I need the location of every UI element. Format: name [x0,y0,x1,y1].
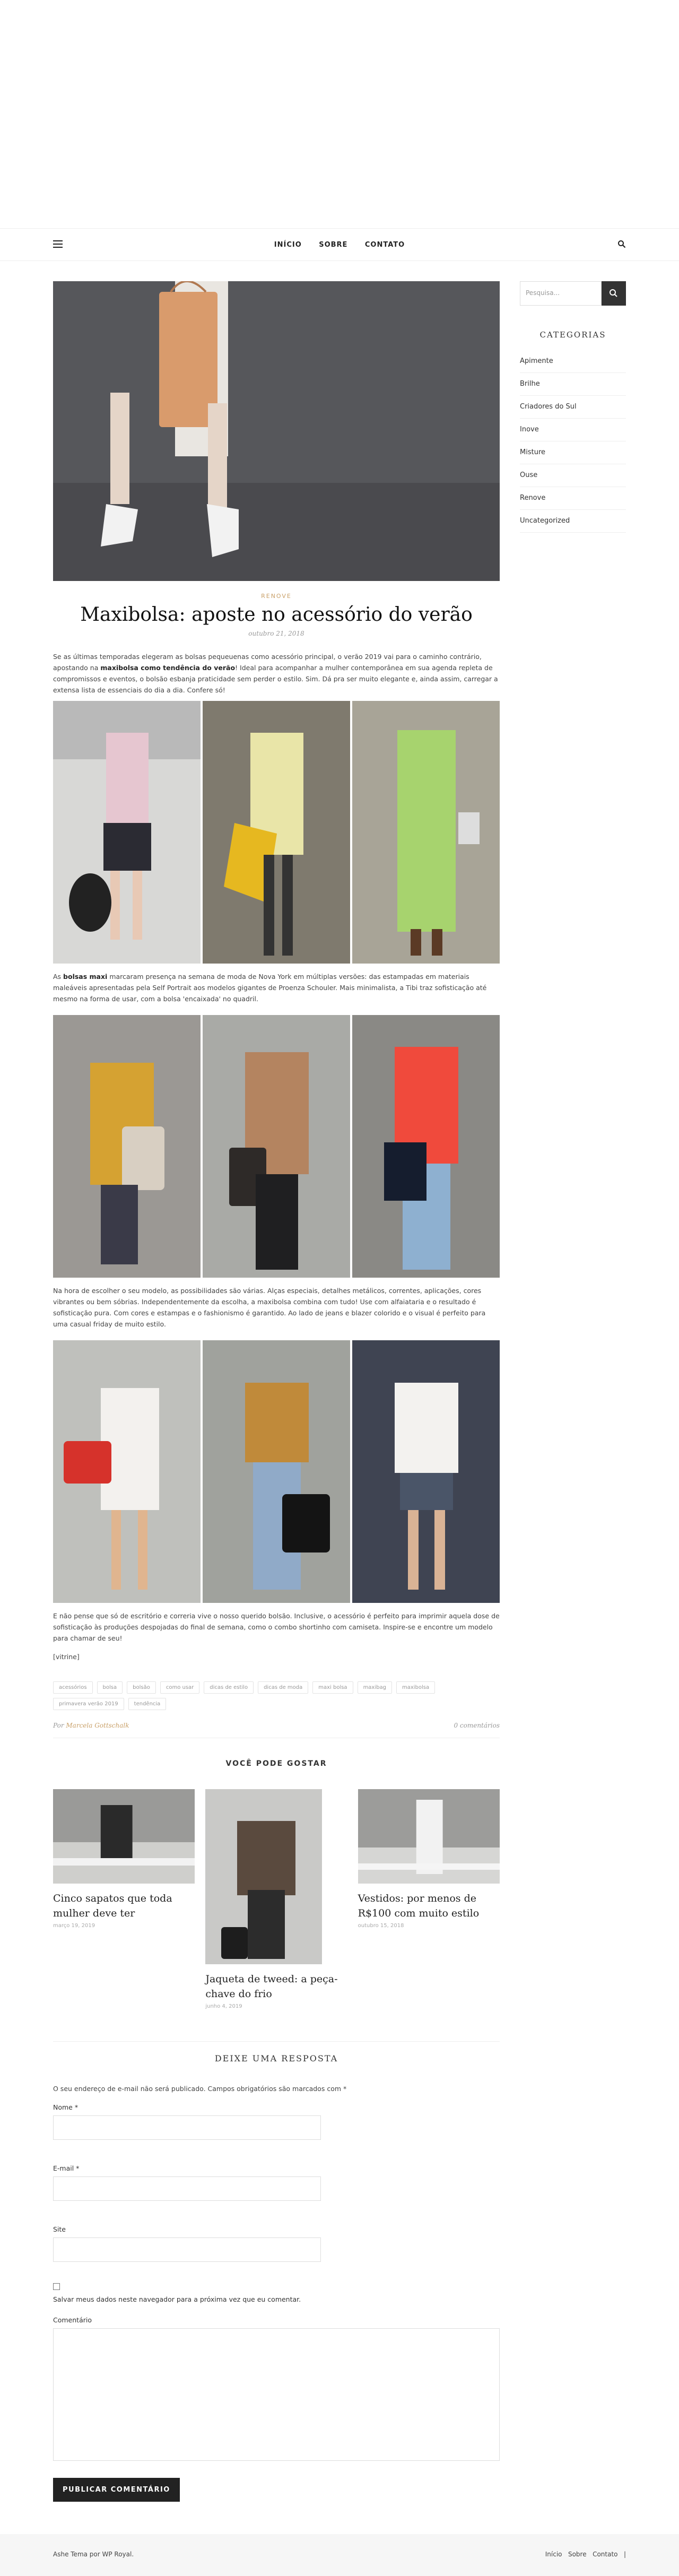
related-post: Vestidos: por menos de R$100 com muito e… [358,1789,500,1929]
search-icon[interactable] [617,240,626,248]
tag-link[interactable]: primavera verão 2019 [53,1698,124,1710]
nav-item-contato[interactable]: CONTATO [365,241,405,249]
paragraph-runway: As bolsas maxi marcaram presença na sema… [53,973,487,1003]
tag-link[interactable]: dicas de estilo [204,1681,254,1694]
author-prefix: Por [53,1722,64,1729]
category-link[interactable]: Renove [520,487,626,510]
related-title[interactable]: Vestidos: por menos de R$100 com muito e… [358,1891,500,1921]
photo-runway-3[interactable] [352,701,500,964]
featured-image[interactable] [53,281,500,581]
reply-heading: DEIXE UMA RESPOSTA [53,2041,500,2063]
comments-link[interactable]: 0 comentários [454,1722,500,1729]
footer-link-contato[interactable]: Contato [593,2551,617,2558]
site-field[interactable] [53,2237,321,2262]
photo-runway-1[interactable] [53,701,201,964]
photo-weekend-2[interactable] [203,1340,350,1603]
related-date: outubro 15, 2018 [358,1923,404,1929]
related-title[interactable]: Jaqueta de tweed: a peça-chave do frio [205,1972,347,2001]
post-title: Maxibolsa: aposte no acessório do verão [80,604,473,626]
email-field[interactable] [53,2176,321,2201]
related-image[interactable] [205,1789,323,1964]
comment-label: Comentário [53,2316,92,2324]
image-row-runway [53,701,500,964]
tag-link[interactable]: maxi bolsa [312,1681,353,1694]
post-tags: acessórios bolsa bolsão como usar dicas … [53,1681,500,1710]
email-label: E-mail * [53,2164,80,2172]
tag-link[interactable]: tendência [128,1698,167,1710]
related-date: março 19, 2019 [53,1923,95,1929]
related-heading: VOCÊ PODE GOSTAR [225,1759,327,1768]
name-field[interactable] [53,2115,321,2140]
footer-link-sobre[interactable]: Sobre [568,2551,587,2558]
header-area [0,0,679,228]
category-link[interactable]: Criadores do Sul [520,396,626,419]
image-row-weekend [53,1340,500,1603]
image-row-street [53,1015,500,1278]
nav-item-inicio[interactable]: INÍCIO [274,241,302,249]
search-button[interactable] [602,281,626,306]
related-image[interactable] [53,1789,195,1884]
photo-runway-2[interactable] [203,701,350,964]
category-link[interactable]: Misture [520,441,626,464]
footer-link-inicio[interactable]: Início [545,2551,562,2558]
vitrine-shortcode: [vitrine] [53,1653,80,1661]
author-link[interactable]: Marcela Gottschalk [66,1722,129,1729]
nav-item-sobre[interactable]: SOBRE [319,241,347,249]
sidebar: Pesquisa... CATEGORIAS Apimente Brilhe C… [520,281,626,533]
related-title[interactable]: Cinco sapatos que toda mulher deve ter [53,1891,195,1921]
photo-street-3[interactable] [352,1015,500,1278]
main-navigation: INÍCIO SOBRE CONTATO [0,228,679,261]
search-input[interactable]: Pesquisa... [520,281,602,306]
footer: Ashe Tema por WP Royal. Início Sobre Con… [0,2534,679,2576]
site-label: Site [53,2225,66,2233]
post-date: outubro 21, 2018 [248,630,304,637]
tag-link[interactable]: maxibolsa [396,1681,436,1694]
post-content: RENOVE Maxibolsa: aposte no acessório do… [53,281,500,2502]
footer-links: Início Sobre Contato | [545,2551,626,2558]
photo-street-2[interactable] [203,1015,350,1278]
related-image[interactable] [358,1789,500,1884]
category-link[interactable]: Ouse [520,464,626,487]
sidebar-search: Pesquisa... [520,281,626,306]
tag-link[interactable]: acessórios [53,1681,93,1694]
paragraph-weekend: E não pense que só de escritório e corre… [53,1612,500,1642]
save-consent: Salvar meus dados neste navegador para a… [53,2283,500,2303]
related-post: Jaqueta de tweed: a peça-chave do frio j… [205,1789,347,2009]
footer-separator: | [623,2551,626,2558]
save-checkbox[interactable] [53,2283,60,2290]
photo-weekend-3[interactable] [352,1340,500,1603]
post-category[interactable]: RENOVE [53,593,500,600]
submit-comment-button[interactable]: PUBLICAR COMENTÁRIO [53,2478,180,2502]
paragraph-intro: Se as últimas temporadas elegeram as bol… [53,653,498,694]
name-label: Nome * [53,2103,79,2111]
related-post: Cinco sapatos que toda mulher deve ter m… [53,1789,195,1929]
tag-link[interactable]: dicas de moda [258,1681,309,1694]
comment-notes: O seu endereço de e-mail não será public… [53,2085,347,2093]
tag-link[interactable]: como usar [160,1681,200,1694]
tag-link[interactable]: bolsa [97,1681,123,1694]
footer-credit: Ashe Tema por WP Royal. [53,2551,134,2558]
save-label: Salvar meus dados neste navegador para a… [53,2295,301,2303]
photo-street-1[interactable] [53,1015,201,1278]
comment-textarea[interactable] [53,2328,500,2461]
related-date: junho 4, 2019 [205,2003,242,2009]
tag-link[interactable]: bolsão [127,1681,156,1694]
tag-link[interactable]: maxibag [357,1681,392,1694]
category-link[interactable]: Apimente [520,350,626,373]
categories-heading: CATEGORIAS [539,330,606,340]
category-link[interactable]: Uncategorized [520,510,626,533]
related-posts: Cinco sapatos que toda mulher deve ter m… [53,1789,500,2009]
paragraph-styling: Na hora de escolher o seu modelo, as pos… [53,1287,486,1328]
photo-weekend-1[interactable] [53,1340,201,1603]
categories-list: Apimente Brilhe Criadores do Sul Inove M… [520,350,626,533]
category-link[interactable]: Inove [520,419,626,441]
post-meta: Por Marcela Gottschalk 0 comentários [53,1722,500,1738]
category-link[interactable]: Brilhe [520,373,626,396]
